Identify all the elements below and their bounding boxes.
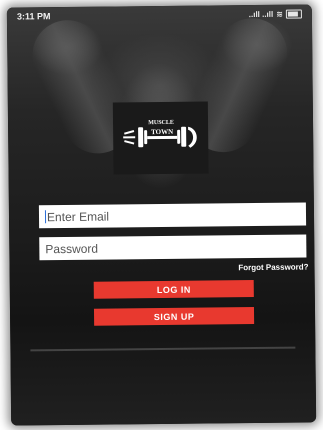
password-placeholder: Password [45, 241, 99, 256]
status-bar: 3:11 PM ..ıll ..ıll ≋ [7, 4, 312, 25]
status-icons: ..ıll ..ıll ≋ [249, 9, 302, 19]
signal-icon: ..ıll ..ıll [248, 9, 274, 19]
phone-screen: 3:11 PM ..ıll ..ıll ≋ MUSCLE TOWN Enter … [6, 4, 317, 426]
status-time: 3:11 PM [16, 11, 51, 22]
dumbbell-logo: MUSCLE TOWN [122, 120, 197, 148]
text-cursor [44, 210, 47, 224]
email-field[interactable]: Enter Email [38, 202, 307, 229]
signup-button[interactable]: SIGN UP [93, 307, 255, 326]
password-field[interactable]: Password [39, 234, 307, 261]
logo-text-line1: MUSCLE [148, 120, 174, 126]
logo-text-line2: TOWN [151, 128, 173, 136]
forgot-password-link[interactable]: Forgot Password? [238, 262, 308, 272]
app-logo: MUSCLE TOWN [112, 101, 209, 175]
login-button[interactable]: LOG IN [93, 280, 254, 299]
battery-icon [285, 9, 302, 19]
wifi-icon: ≋ [276, 9, 283, 19]
email-placeholder: Enter Email [46, 209, 110, 224]
